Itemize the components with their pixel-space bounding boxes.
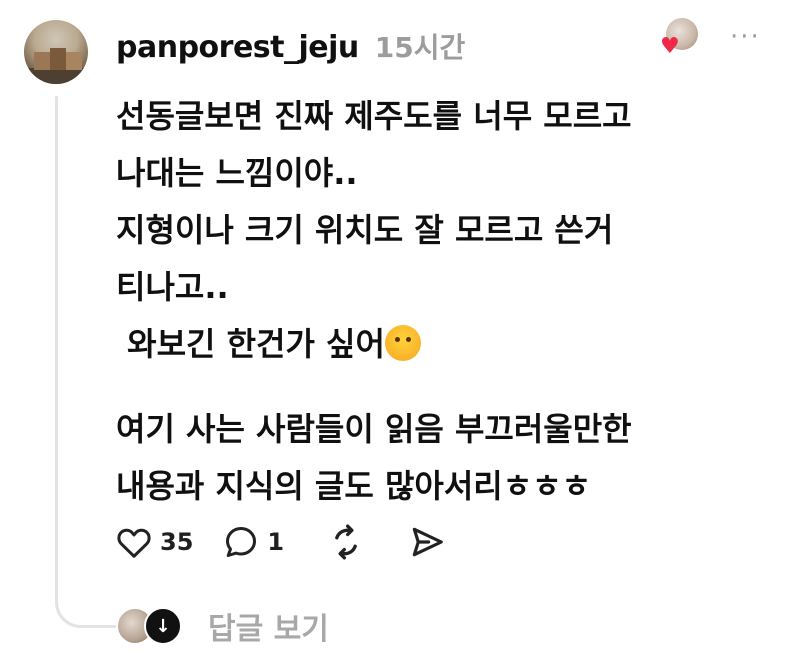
avatar-house xyxy=(50,48,66,70)
post-line: 내용과 지식의 글도 많아서리ㅎㅎㅎ xyxy=(116,467,592,505)
thread-line xyxy=(55,96,58,601)
comment-icon xyxy=(226,527,257,557)
post-line: 와보긴 한건가 싶어 xyxy=(116,325,385,363)
thread-curve xyxy=(55,585,118,628)
timestamp: 15시간 xyxy=(374,31,466,64)
share-button[interactable] xyxy=(408,523,446,561)
reply-count: 1 xyxy=(267,528,285,556)
view-replies-link[interactable]: 답글 보기 xyxy=(208,604,329,648)
post-line: 여기 사는 사람들이 읽음 부끄러울만한 xyxy=(116,410,632,448)
avatar-house xyxy=(34,52,50,70)
repost-icon xyxy=(335,524,357,560)
post-line: 티나고.. xyxy=(116,268,229,306)
like-count: 35 xyxy=(160,528,194,556)
user-avatar[interactable] xyxy=(24,20,88,84)
post-line: 지형이나 크기 위치도 잘 모르고 쓴거 xyxy=(116,211,614,249)
action-bar: 35 1 xyxy=(116,522,476,562)
repost-button[interactable] xyxy=(326,522,366,562)
liked-by-indicator[interactable]: ♥ xyxy=(660,18,698,59)
post-line: 선동글보면 진짜 제주도를 너무 모르고 xyxy=(116,97,632,135)
view-replies-row[interactable]: ↓ 답글 보기 xyxy=(116,604,329,648)
reply-button[interactable]: 1 xyxy=(223,524,284,560)
heart-icon xyxy=(117,528,151,558)
post-body: 선동글보면 진짜 제주도를 너무 모르고 나대는 느낌이야.. 지형이나 크기 … xyxy=(116,88,756,515)
more-options-icon[interactable]: ··· xyxy=(730,22,761,52)
post-line-with-emoji: 와보긴 한건가 싶어 xyxy=(116,316,756,373)
like-button[interactable]: 35 xyxy=(116,525,193,559)
share-icon xyxy=(412,527,443,557)
heart-badge-icon: ♥ xyxy=(660,34,680,59)
post-header: panporest_jeju 15시간 xyxy=(116,26,465,66)
arrow-down-icon: ↓ xyxy=(144,607,182,645)
avatar-house xyxy=(66,52,82,70)
avatar-lawn xyxy=(24,68,88,84)
melting-face-emoji-icon xyxy=(384,325,421,361)
post-line: 나대는 느낌이야.. xyxy=(116,154,358,192)
username[interactable]: panporest_jeju xyxy=(116,30,359,65)
